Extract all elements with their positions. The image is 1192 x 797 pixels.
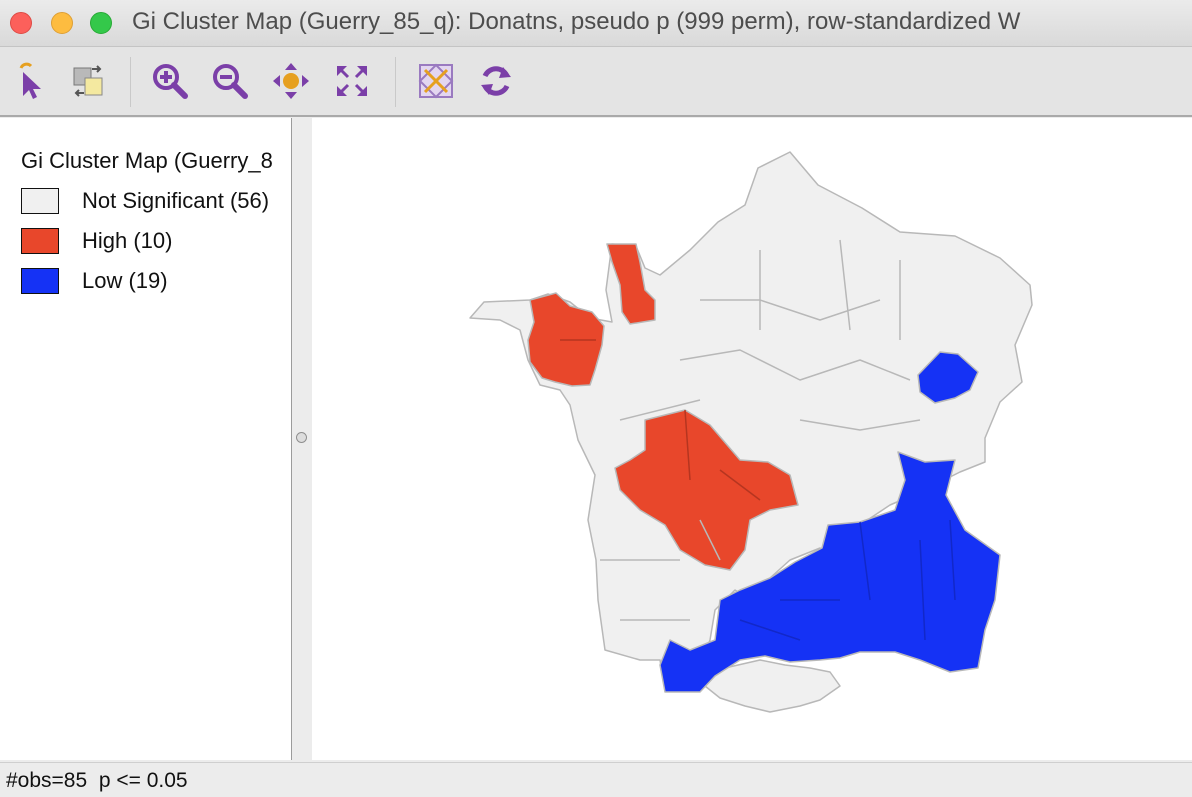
zoom-out-button[interactable] [210,61,250,101]
zoom-out-icon [213,64,248,99]
toolbar [0,47,1192,117]
legend-label: Low (19) [82,268,168,293]
panel-splitter[interactable] [292,118,311,760]
legend-title: Gi Cluster Map (Guerry_8 [21,148,273,173]
close-window-button[interactable] [10,12,32,34]
zoom-in-button[interactable] [150,61,190,101]
title-bar: Gi Cluster Map (Guerry_85_q): Donatns, p… [0,0,1192,47]
refresh-button[interactable] [476,61,516,101]
legend-label: Not Significant (56) [82,188,270,213]
zoom-in-icon [153,64,188,99]
status-text: #obs=85 p <= 0.05 [6,769,188,792]
pan-arrows-icon [273,63,309,99]
selection-options-button[interactable] [68,61,108,101]
minimize-window-button[interactable] [51,12,73,34]
legend-panel: Gi Cluster Map (Guerry_8 Not Significant… [0,118,292,760]
refresh-icon [481,66,511,96]
legend-swatch [21,268,59,294]
legend-swatch [21,228,59,254]
splitter-handle[interactable] [296,432,307,443]
map-canvas[interactable] [312,118,1192,760]
cluster-map[interactable] [312,118,1192,760]
map-layer-icon [418,63,454,99]
legend-label: High (10) [82,228,173,253]
select-tool-button[interactable] [10,61,50,101]
window-title: Gi Cluster Map (Guerry_85_q): Donatns, p… [132,8,1021,35]
copy-selection-icon [73,65,103,97]
fit-to-window-button[interactable] [332,61,372,101]
legend-swatch [21,188,59,214]
expand-icon [337,66,367,96]
status-bar: #obs=85 p <= 0.05 [0,762,1192,797]
map-toggle-button[interactable] [416,61,456,101]
pan-button[interactable] [271,61,311,101]
maximize-window-button[interactable] [90,12,112,34]
pointer-icon [19,62,41,99]
